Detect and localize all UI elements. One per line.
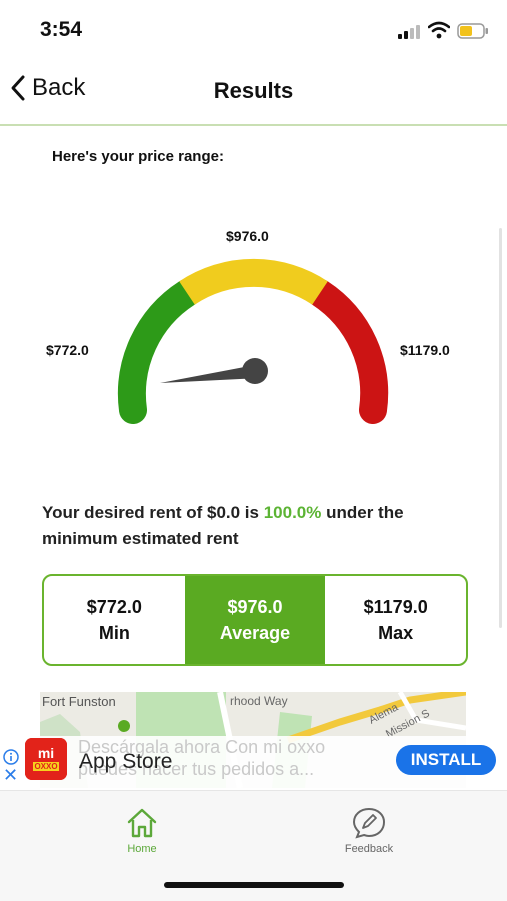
summary-min-value: $772.0 bbox=[86, 597, 142, 617]
page-title: Results bbox=[213, 78, 294, 103]
gauge-max-label: $1179.0 bbox=[400, 342, 450, 358]
desired-rent-description: Your desired rent of $0.0 is 100.0% unde… bbox=[42, 500, 462, 552]
feedback-icon bbox=[352, 807, 386, 839]
gauge-yellow-segment bbox=[179, 258, 328, 305]
map-street-label: rhood Way bbox=[230, 694, 288, 708]
home-indicator bbox=[164, 882, 344, 888]
status-time: 3:54 bbox=[40, 18, 83, 41]
tab-home[interactable]: Home bbox=[112, 806, 172, 855]
desired-rent-percent: 100.0% bbox=[263, 503, 322, 522]
oxxo-logo: mi OXXO bbox=[25, 738, 67, 780]
tab-feedback[interactable]: Feedback bbox=[334, 806, 404, 855]
svg-text:OXXO: OXXO bbox=[34, 762, 57, 771]
wifi-icon bbox=[428, 21, 450, 39]
gauge-red-segment bbox=[306, 279, 389, 424]
summary-max-label: Max bbox=[378, 623, 414, 643]
summary-min[interactable]: $772.0 Min bbox=[44, 576, 185, 664]
home-icon bbox=[127, 808, 157, 838]
gauge-min-label: $772.0 bbox=[46, 342, 89, 358]
svg-text:mi: mi bbox=[38, 745, 54, 761]
gauge-average-label: $976.0 bbox=[226, 228, 269, 244]
desired-rent-text: Your desired rent of $0.0 is bbox=[42, 503, 264, 522]
summary-max-value: $1179.0 bbox=[363, 597, 428, 617]
summary-average[interactable]: $976.0 Average bbox=[184, 576, 326, 664]
summary-min-label: Min bbox=[98, 623, 130, 643]
map-place-label: Fort Funston bbox=[42, 694, 116, 709]
price-summary-segment: $772.0 Min $976.0 Average $1179.0 Max bbox=[42, 574, 468, 666]
tab-home-label: Home bbox=[127, 843, 157, 855]
summary-max[interactable]: $1179.0 Max bbox=[325, 576, 466, 664]
info-icon[interactable] bbox=[3, 749, 19, 765]
oxxo-logo-graphic: mi OXXO bbox=[25, 738, 67, 780]
navigation-bar: Back Results bbox=[0, 60, 507, 120]
summary-average-value: $976.0 bbox=[227, 597, 283, 617]
cellular-signal-icon bbox=[398, 25, 420, 39]
ad-app-name: App Store bbox=[79, 750, 173, 773]
nav-divider bbox=[0, 124, 507, 126]
status-bar: 3:54 bbox=[0, 0, 507, 60]
install-button[interactable]: INSTALL bbox=[396, 745, 496, 775]
price-range-heading: Here's your price range: bbox=[52, 148, 224, 165]
close-icon[interactable]: ✕ bbox=[3, 766, 18, 784]
summary-average-label: Average bbox=[219, 623, 291, 643]
tab-feedback-label: Feedback bbox=[344, 843, 394, 855]
battery-icon bbox=[457, 23, 488, 39]
gauge-hub bbox=[242, 358, 268, 384]
gauge-green-segment bbox=[117, 279, 201, 424]
